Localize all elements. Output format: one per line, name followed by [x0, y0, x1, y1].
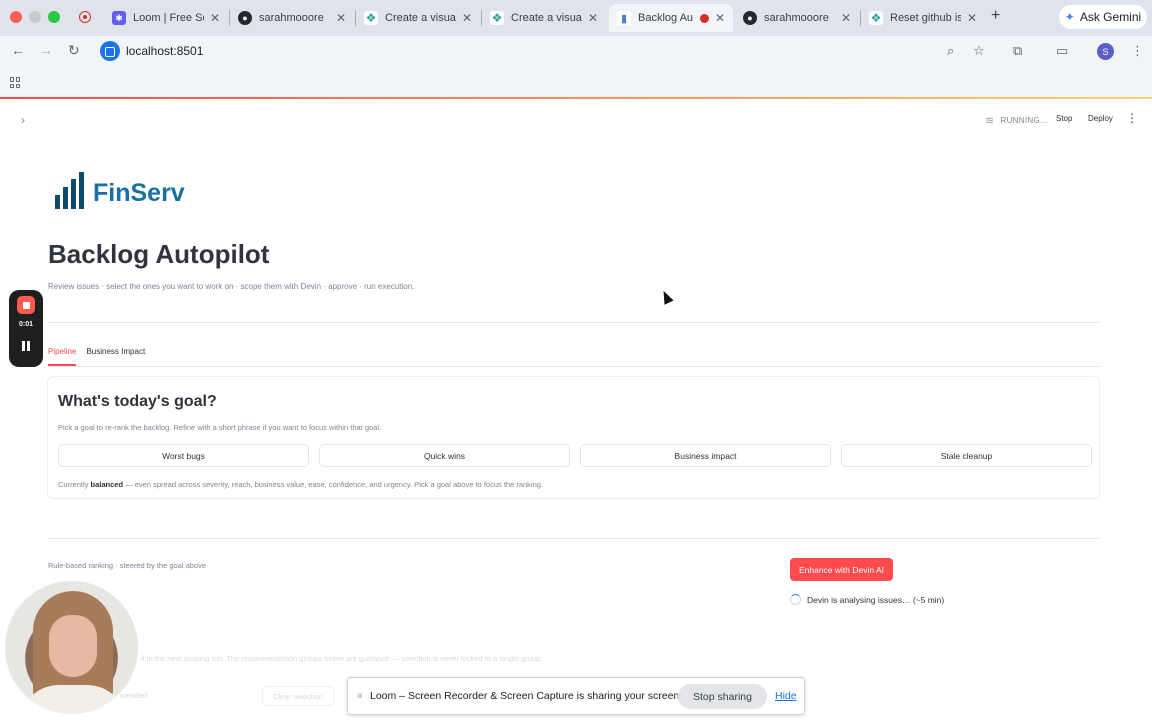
close-tab-icon[interactable]: ✕ [715, 11, 725, 25]
faded-recommended-label: mended [120, 691, 148, 700]
page-tabs: Pipeline Business Impact [48, 347, 145, 366]
page-subtitle: Review issues · select the ones you want… [48, 282, 415, 291]
forward-arrow-icon[interactable]: → [39, 42, 53, 58]
goal-hint: Pick a goal to re-rank the backlog. Refi… [58, 423, 382, 432]
browser-tab-github[interactable]: ● sarahmooore ✕ [230, 4, 354, 32]
mouse-cursor-icon [659, 288, 674, 305]
screen-share-banner: ⏸ Loom – Screen Recorder & Screen Captur… [347, 677, 805, 715]
extensions-icon[interactable]: ⧉ [1013, 43, 1022, 59]
chart-icon: ▮ [617, 11, 631, 25]
goal-card: What's today's goal? Pick a goal to re-r… [47, 376, 1100, 499]
clear-selection-button[interactable]: Clear selection [262, 686, 334, 706]
enhance-with-devin-button[interactable]: Enhance with Devin AI [790, 558, 893, 581]
address-bar[interactable]: localhost:8501 [98, 39, 998, 63]
reload-icon[interactable]: ↻ [68, 42, 80, 59]
share-message: Loom – Screen Recorder & Screen Capture … [370, 690, 683, 702]
close-tab-icon[interactable]: ✕ [462, 11, 472, 25]
back-arrow-icon[interactable]: ← [11, 42, 25, 58]
bookmarks-bar [0, 66, 1152, 97]
browser-tab-loom[interactable]: ✱ Loom | Free Sc ✕ [104, 4, 228, 32]
stop-sharing-button[interactable]: Stop sharing [678, 684, 767, 709]
browser-menu-icon[interactable]: ⋮ [1131, 43, 1144, 59]
new-tab-button[interactable]: + [991, 7, 1000, 25]
current-goal-text: Currently balanced — even spread across … [58, 480, 544, 489]
close-tab-icon[interactable]: ✕ [588, 11, 598, 25]
browser-tab-devin-2[interactable]: ❖ Create a visual ✕ [482, 4, 606, 32]
loom-icon: ✱ [112, 11, 126, 25]
loom-recording-controls: 0:01 [9, 290, 43, 367]
browser-tab-devin[interactable]: ❖ Create a visual ✕ [356, 4, 480, 32]
browser-tab-reset-github[interactable]: ❖ Reset github is ✕ [861, 4, 985, 32]
goal-quick-wins-button[interactable]: Quick wins [319, 444, 570, 467]
sidebar-expand-chevron-icon[interactable]: › [21, 113, 25, 127]
recording-dot-icon [699, 13, 709, 23]
divider [48, 538, 1100, 539]
browser-tab-github-2[interactable]: ● sarahmooore ✕ [735, 4, 859, 32]
spinner-icon [790, 594, 801, 605]
goal-worst-bugs-button[interactable]: Worst bugs [58, 444, 309, 467]
tabs-underline [48, 366, 1100, 367]
deploy-button[interactable]: Deploy [1088, 114, 1113, 123]
logo-bars-icon [55, 172, 84, 209]
running-icon: ≋ [985, 115, 995, 127]
finserv-logo: FinServ [55, 172, 185, 209]
loom-pause-icon[interactable] [22, 341, 30, 351]
browser-tab-backlog-active[interactable]: ▮ Backlog Au ✕ [609, 4, 733, 32]
recording-indicator-icon [79, 11, 91, 23]
loom-camera-bubble[interactable] [5, 581, 138, 714]
github-icon: ● [743, 11, 757, 25]
browser-tab-strip: ✱ Loom | Free Sc ✕ ● sarahmooore ✕ ❖ Cre… [0, 0, 1152, 36]
apps-grid-icon[interactable] [10, 77, 21, 88]
analysing-status: Devin is analysing issues… (~5 min) [790, 594, 944, 605]
goal-business-impact-button[interactable]: Business impact [580, 444, 831, 467]
drag-handle-icon[interactable]: ⏸ [357, 690, 363, 703]
ask-gemini-button[interactable]: ✦ Ask Gemini [1059, 5, 1147, 29]
close-tab-icon[interactable]: ✕ [967, 11, 977, 25]
gemini-icon: ✦ [1064, 10, 1075, 24]
close-window-button[interactable] [10, 11, 22, 23]
app-header: › ≋ RUNNING... Stop Deploy ⋮ [0, 99, 1152, 139]
tab-business-impact[interactable]: Business Impact [86, 347, 145, 366]
divider [48, 322, 1100, 323]
faded-guidance-text: it in the next scoping run. The recommen… [141, 654, 543, 663]
close-tab-icon[interactable]: ✕ [336, 11, 346, 25]
running-status: ≋ RUNNING... [985, 115, 1048, 127]
tab-pipeline[interactable]: Pipeline [48, 347, 77, 366]
github-icon: ● [238, 11, 252, 25]
loom-timer: 0:01 [18, 321, 33, 328]
hide-banner-link[interactable]: Hide [775, 690, 797, 702]
maximize-window-button[interactable] [48, 11, 60, 23]
close-tab-icon[interactable]: ✕ [841, 11, 851, 25]
page-title: Backlog Autopilot [48, 239, 270, 269]
zoom-icon[interactable]: ⌕ [947, 43, 954, 59]
main-menu-icon[interactable]: ⋮ [1126, 111, 1138, 125]
stop-button[interactable]: Stop [1056, 114, 1072, 123]
loom-stop-record-button[interactable] [17, 296, 35, 314]
devin-icon: ❖ [364, 11, 378, 25]
devin-icon: ❖ [490, 11, 504, 25]
bookmark-star-icon[interactable]: ☆ [973, 43, 985, 59]
browser-toolbar: ← → ↻ localhost:8501 ⌕ ☆ ⧉ ▭ ⋮ [0, 36, 1152, 66]
tab-search-icon[interactable]: ▭ [1056, 43, 1068, 59]
site-info-icon[interactable] [100, 41, 120, 61]
goal-heading: What's today's goal? [58, 393, 217, 410]
ranking-caption: Rule-based ranking · steered by the goal… [48, 561, 207, 570]
minimize-window-button[interactable] [29, 11, 41, 23]
goal-stale-cleanup-button[interactable]: Stale cleanup [841, 444, 1092, 467]
close-tab-icon[interactable]: ✕ [210, 11, 220, 25]
profile-avatar[interactable]: S [1097, 43, 1114, 60]
devin-icon: ❖ [869, 11, 883, 25]
